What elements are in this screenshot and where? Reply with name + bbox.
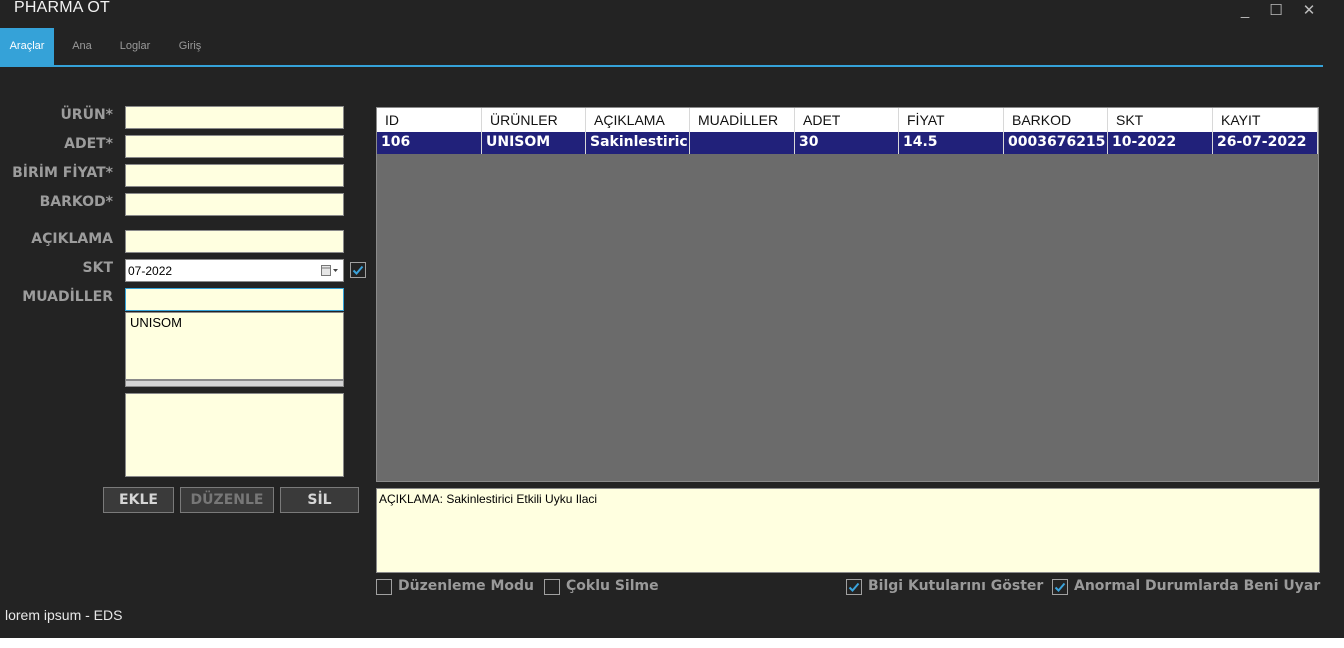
- maximize-button[interactable]: ☐: [1266, 2, 1286, 22]
- column-header-id[interactable]: ID: [377, 108, 482, 132]
- table-cell[interactable]: 26-07-2022: [1213, 132, 1318, 154]
- ekle-button[interactable]: EKLE: [103, 487, 174, 513]
- barkod-label: BARKOD*: [39, 194, 113, 210]
- minimize-button[interactable]: _: [1235, 2, 1255, 22]
- birim-fiyat-input[interactable]: [125, 164, 344, 187]
- table-cell[interactable]: Sakinlestiric: [586, 132, 690, 154]
- muadiller-list[interactable]: UNISOM: [125, 312, 344, 380]
- products-table[interactable]: ID ÜRÜNLER AÇIKLAMA MUADİLLER ADET FİYAT…: [376, 107, 1319, 482]
- window-title: PHARMA OT: [14, 0, 111, 16]
- info-box: AÇIKLAMA: Sakinlestirici Etkili Uyku Ila…: [376, 488, 1320, 573]
- close-button[interactable]: ✕: [1299, 2, 1319, 22]
- anormal-durum-checkbox[interactable]: [1052, 579, 1068, 595]
- table-header: ID ÜRÜNLER AÇIKLAMA MUADİLLER ADET FİYAT…: [377, 108, 1318, 132]
- skt-date-picker[interactable]: 07-2022: [125, 259, 344, 282]
- table-cell[interactable]: 30: [795, 132, 899, 154]
- aciklama-input[interactable]: [125, 230, 344, 253]
- tab-giris[interactable]: Giriş: [170, 28, 210, 65]
- bilgi-kutulari-checkbox[interactable]: [846, 579, 862, 595]
- list-item[interactable]: UNISOM: [130, 315, 339, 330]
- tab-araclar[interactable]: Araçlar: [0, 28, 54, 65]
- skt-date-value: 07-2022: [128, 264, 173, 278]
- column-header-skt[interactable]: SKT: [1108, 108, 1213, 132]
- coklu-silme-checkbox[interactable]: [544, 579, 560, 595]
- tab-ana[interactable]: Ana: [62, 28, 102, 65]
- anormal-durum-label[interactable]: Anormal Durumlarda Beni Uyar: [1074, 578, 1320, 594]
- skt-checkbox[interactable]: [350, 262, 366, 278]
- table-cell[interactable]: UNISOM: [482, 132, 586, 154]
- footer-text: lorem ipsum - EDS: [5, 607, 123, 623]
- duzenle-button[interactable]: DÜZENLE: [180, 487, 274, 513]
- adet-label: ADET*: [64, 136, 113, 152]
- app-window: PHARMA OT _ ☐ ✕ Araçlar Ana Loglar Giriş…: [0, 0, 1344, 638]
- urun-label: ÜRÜN*: [60, 107, 113, 123]
- tab-loglar[interactable]: Loglar: [112, 28, 158, 65]
- tab-underline: [0, 65, 1323, 67]
- duzenleme-modu-label[interactable]: Düzenleme Modu: [398, 578, 534, 594]
- muadiller-label: MUADİLLER: [22, 289, 113, 305]
- table-cell[interactable]: 0003676215: [1004, 132, 1108, 154]
- urun-input[interactable]: [125, 106, 344, 129]
- column-header-urunler[interactable]: ÜRÜNLER: [482, 108, 586, 132]
- column-header-muadiller[interactable]: MUADİLLER: [690, 108, 795, 132]
- calendar-dropdown-icon[interactable]: [321, 265, 339, 277]
- table-cell[interactable]: 106: [377, 132, 482, 154]
- notes-textarea[interactable]: [125, 393, 344, 477]
- column-header-fiyat[interactable]: FİYAT: [899, 108, 1004, 132]
- coklu-silme-label[interactable]: Çoklu Silme: [566, 578, 659, 594]
- barkod-input[interactable]: [125, 193, 344, 216]
- column-header-adet[interactable]: ADET: [795, 108, 899, 132]
- sil-button[interactable]: SİL: [280, 487, 359, 513]
- muadiller-scrollbar[interactable]: [125, 380, 344, 387]
- column-header-kayit[interactable]: KAYIT: [1213, 108, 1318, 132]
- skt-label: SKT: [82, 260, 113, 276]
- birim-fiyat-label: BİRİM FİYAT*: [12, 165, 113, 181]
- table-row[interactable]: 106 UNISOM Sakinlestiric 30 14.5 0003676…: [377, 132, 1318, 154]
- column-header-aciklama[interactable]: AÇIKLAMA: [586, 108, 690, 132]
- adet-input[interactable]: [125, 135, 344, 158]
- table-cell[interactable]: [690, 132, 795, 154]
- bilgi-kutulari-label[interactable]: Bilgi Kutularını Göster: [868, 578, 1043, 594]
- muadiller-search-input[interactable]: [125, 288, 344, 311]
- table-cell[interactable]: 10-2022: [1108, 132, 1213, 154]
- table-cell[interactable]: 14.5: [899, 132, 1004, 154]
- column-header-barkod[interactable]: BARKOD: [1004, 108, 1108, 132]
- duzenleme-modu-checkbox[interactable]: [376, 579, 392, 595]
- aciklama-label: AÇIKLAMA: [31, 231, 113, 247]
